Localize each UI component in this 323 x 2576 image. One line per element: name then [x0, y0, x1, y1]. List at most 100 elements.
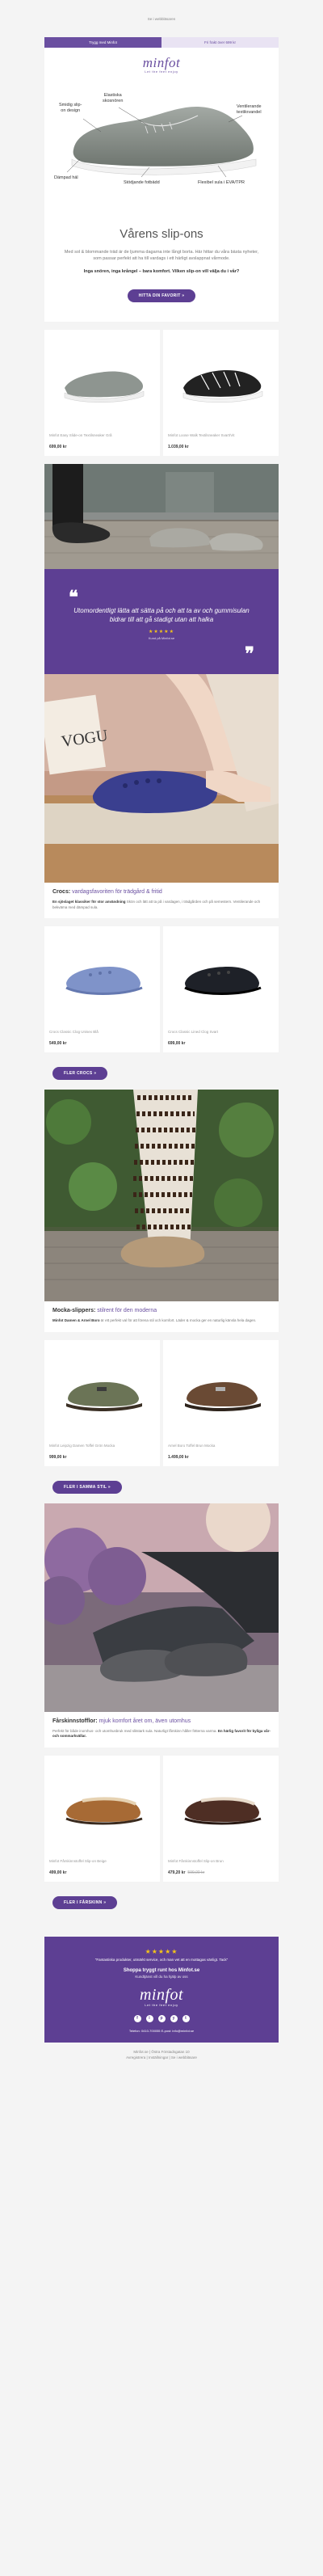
product-image[interactable]	[49, 1346, 155, 1440]
label-ventilerande: Ventilerande textilovandel	[237, 104, 262, 115]
top-tabs: Trygg med Minfot Fri frakt över 699 kr	[44, 37, 279, 48]
brand-logo[interactable]: minfot Let the feet enjoy	[44, 48, 279, 75]
crocs-cta-row: FLER CROCS »	[44, 1060, 279, 1090]
footer-review: "Fantastiska produkter, utmärkt service,…	[94, 1957, 229, 1962]
brown-sheepskin-slipper-image	[183, 1796, 261, 1824]
mocka-section: Mocka-slippers: stilrent för den moderna…	[44, 1301, 279, 1332]
logo-wordmark: minfot	[142, 55, 181, 70]
tab-trygg[interactable]: Trygg med Minfot	[44, 37, 162, 48]
quote-stars: ★★★★★	[149, 630, 174, 635]
product-card[interactable]: Arnel Boro Toffel Brun Mocka 1.499,00 kr	[163, 1339, 279, 1466]
footer-stars: ★★★★★	[145, 1947, 178, 1955]
brown-mocka-clog-image	[184, 1381, 261, 1411]
mocka-cta-row: FLER I SAMMA STIL »	[44, 1474, 279, 1503]
blue-crocs-image	[65, 967, 143, 995]
product-card[interactable]: Minfot Loose Walk Textilsneaker Svart/Vi…	[163, 330, 279, 456]
email-container: Se i webbläsaren Trygg med Minfot Fri fr…	[44, 0, 279, 2060]
green-mocka-clog-image	[65, 1381, 142, 1411]
product-name[interactable]: Minfot Easy Slide-on Textilsneaker Grå	[49, 433, 155, 443]
product-card[interactable]: Minfot Leipzig Damen Toffel Grön Mocka 9…	[44, 1339, 160, 1466]
product-name[interactable]: Minfot Fårskinnstoffel Slip-on Beige	[49, 1859, 155, 1869]
more-style-button[interactable]: FLER I SAMMA STIL »	[52, 1480, 122, 1494]
pinterest-icon[interactable]: p	[157, 2014, 166, 2022]
label-smidig: Smidig slip- on design	[59, 103, 82, 113]
lifestyle-photo-mocka[interactable]	[44, 1090, 279, 1301]
footer-heading: Shoppa tryggt runt hos Minfot.se	[123, 1967, 200, 1973]
black-crocs-image	[183, 967, 262, 995]
product-image[interactable]	[49, 933, 155, 1027]
product-name[interactable]: Minfot Loose Walk Textilsneaker Svart/Vi…	[168, 433, 274, 443]
quote-author: Kund på Minfot.se	[148, 636, 175, 640]
crocs-body: En sjöslaget klassiker för stor användni…	[52, 900, 261, 909]
footer-contact[interactable]: Telefon: 0410-700055 E-post: info@minfot…	[61, 2029, 262, 2033]
product-price: 499,00 kr	[49, 1870, 67, 1875]
product-row-3: Minfot Leipzig Damen Toffel Grön Mocka 9…	[44, 1332, 279, 1474]
lifestyle-photo-sheepskin[interactable]	[44, 1503, 279, 1712]
hero-shoe-diagram[interactable]: Smidig slip- on design Elastiska skosnör…	[44, 75, 279, 213]
product-image[interactable]	[168, 933, 274, 1027]
photo-sneakers-on-deck	[44, 464, 279, 569]
preheader-link[interactable]: Se i webbläsaren	[44, 0, 279, 37]
product-price: 699,00 kr	[49, 445, 67, 449]
product-card[interactable]: Minfot Fårskinnstoffel Slip-on Brun 479,…	[163, 1755, 279, 1882]
product-image[interactable]	[168, 1346, 274, 1440]
product-name[interactable]: Minfot Leipzig Damen Toffel Grön Mocka	[49, 1444, 155, 1453]
more-sheepskin-button[interactable]: FLER I FÅRSKINN »	[52, 1895, 118, 1909]
tiktok-icon[interactable]: t	[182, 2014, 190, 2022]
product-price: 549,00 kr	[49, 1041, 67, 1046]
product-card[interactable]: Crocs Classic Clog Unisex Blå 549,00 kr	[44, 926, 160, 1052]
mocka-heading: Mocka-slippers: stilrent för den moderna	[52, 1308, 157, 1313]
product-card[interactable]: Minfot Easy Slide-on Textilsneaker Grå 6…	[44, 330, 160, 456]
grey-slipon-sneaker-image	[64, 371, 144, 403]
lifestyle-photo-sneakers[interactable]	[44, 464, 279, 569]
customer-quote: ❝ Utomordentligt lätta att sätta på och …	[44, 569, 279, 674]
social-links: f i p y t	[61, 2014, 262, 2022]
mocka-body: Minfot Damen & Arnel Boro är ett perfekt…	[52, 1318, 257, 1322]
product-image[interactable]	[49, 336, 155, 430]
photo-crocs-on-bench: VOGU	[44, 674, 279, 883]
product-name[interactable]: Crocs Classic Clog Unisex Blå	[49, 1030, 155, 1039]
quote-open-icon: ❝	[69, 587, 78, 607]
hero-shoe-illustration	[66, 106, 257, 178]
product-name[interactable]: Crocs Classic Lined Clog Svart	[168, 1030, 274, 1039]
intro-body: Med sol & blommande träd är de ljumma da…	[64, 250, 259, 261]
crocs-section: Crocs: vardagsfavoriten för trädgård & f…	[44, 883, 279, 918]
product-image[interactable]	[168, 1761, 274, 1856]
photo-sheepskin-slippers	[44, 1503, 279, 1712]
product-row-4: Minfot Fårskinnstoffel Slip-on Beige 499…	[44, 1748, 279, 1890]
sheepskin-cta-row: FLER I FÅRSKINN »	[44, 1890, 279, 1919]
product-name[interactable]: Minfot Fårskinnstoffel Slip-on Brun	[168, 1859, 274, 1869]
product-price: 999,00 kr	[49, 1454, 67, 1460]
product-image[interactable]	[49, 1761, 155, 1856]
product-price: 699,00 kr	[168, 1041, 186, 1046]
product-image[interactable]	[168, 336, 274, 430]
tab-frakt[interactable]: Fri frakt över 699 kr	[162, 37, 279, 48]
unsubscribe-links[interactable]: Avregistrera | Inställningar | Se i webb…	[44, 2055, 279, 2060]
photo-mocka-clogs-plants	[44, 1090, 279, 1301]
product-card[interactable]: Crocs Classic Lined Clog Svart 699,00 kr	[163, 926, 279, 1052]
header-card: Trygg med Minfot Fri frakt över 699 kr m…	[44, 37, 279, 322]
footer-tagline: Let the feet enjoy	[145, 2002, 178, 2007]
facebook-icon[interactable]: f	[133, 2014, 141, 2022]
footer-logo[interactable]: minfot	[61, 1987, 262, 2003]
sheepskin-section: Fårskinnstofflor: mjuk komfort året om, …	[44, 1711, 279, 1748]
product-row-2: Crocs Classic Clog Unisex Blå 549,00 kr …	[44, 918, 279, 1060]
footer-sub: Kundtjänst vill du ha hjälp av oss	[135, 1974, 188, 1979]
product-price: 1.499,00 kr	[168, 1454, 189, 1460]
more-crocs-button[interactable]: FLER CROCS »	[52, 1067, 108, 1080]
post-footer: Minfot.se | Östra Förstadsgatan 10 Avreg…	[44, 2043, 279, 2060]
lifestyle-photo-crocs[interactable]: VOGU	[44, 674, 279, 883]
product-name[interactable]: Arnel Boro Toffel Brun Mocka	[168, 1444, 274, 1453]
youtube-icon[interactable]: y	[170, 2014, 178, 2022]
product-card[interactable]: Minfot Fårskinnstoffel Slip-on Beige 499…	[44, 1755, 160, 1882]
intro-title: Vårens slip-ons	[120, 227, 203, 241]
instagram-icon[interactable]: i	[145, 2014, 153, 2022]
label-flexibel: Flexibel sula i EVA/TPR	[198, 180, 245, 185]
label-elastiska: Elastiska skosnören	[103, 93, 124, 103]
product-row-1: Minfot Easy Slide-on Textilsneaker Grå 6…	[44, 322, 279, 464]
sheepskin-body: Perfekt för både inomhus- och utomhusbru…	[52, 1728, 271, 1739]
crocs-heading: Crocs: vardagsfavoriten för trädgård & f…	[52, 889, 162, 895]
quote-close-icon: ❞	[245, 643, 254, 664]
beige-sheepskin-slipper-image	[65, 1796, 142, 1824]
find-favorite-button[interactable]: HITTA DIN FAVORIT »	[127, 289, 196, 302]
